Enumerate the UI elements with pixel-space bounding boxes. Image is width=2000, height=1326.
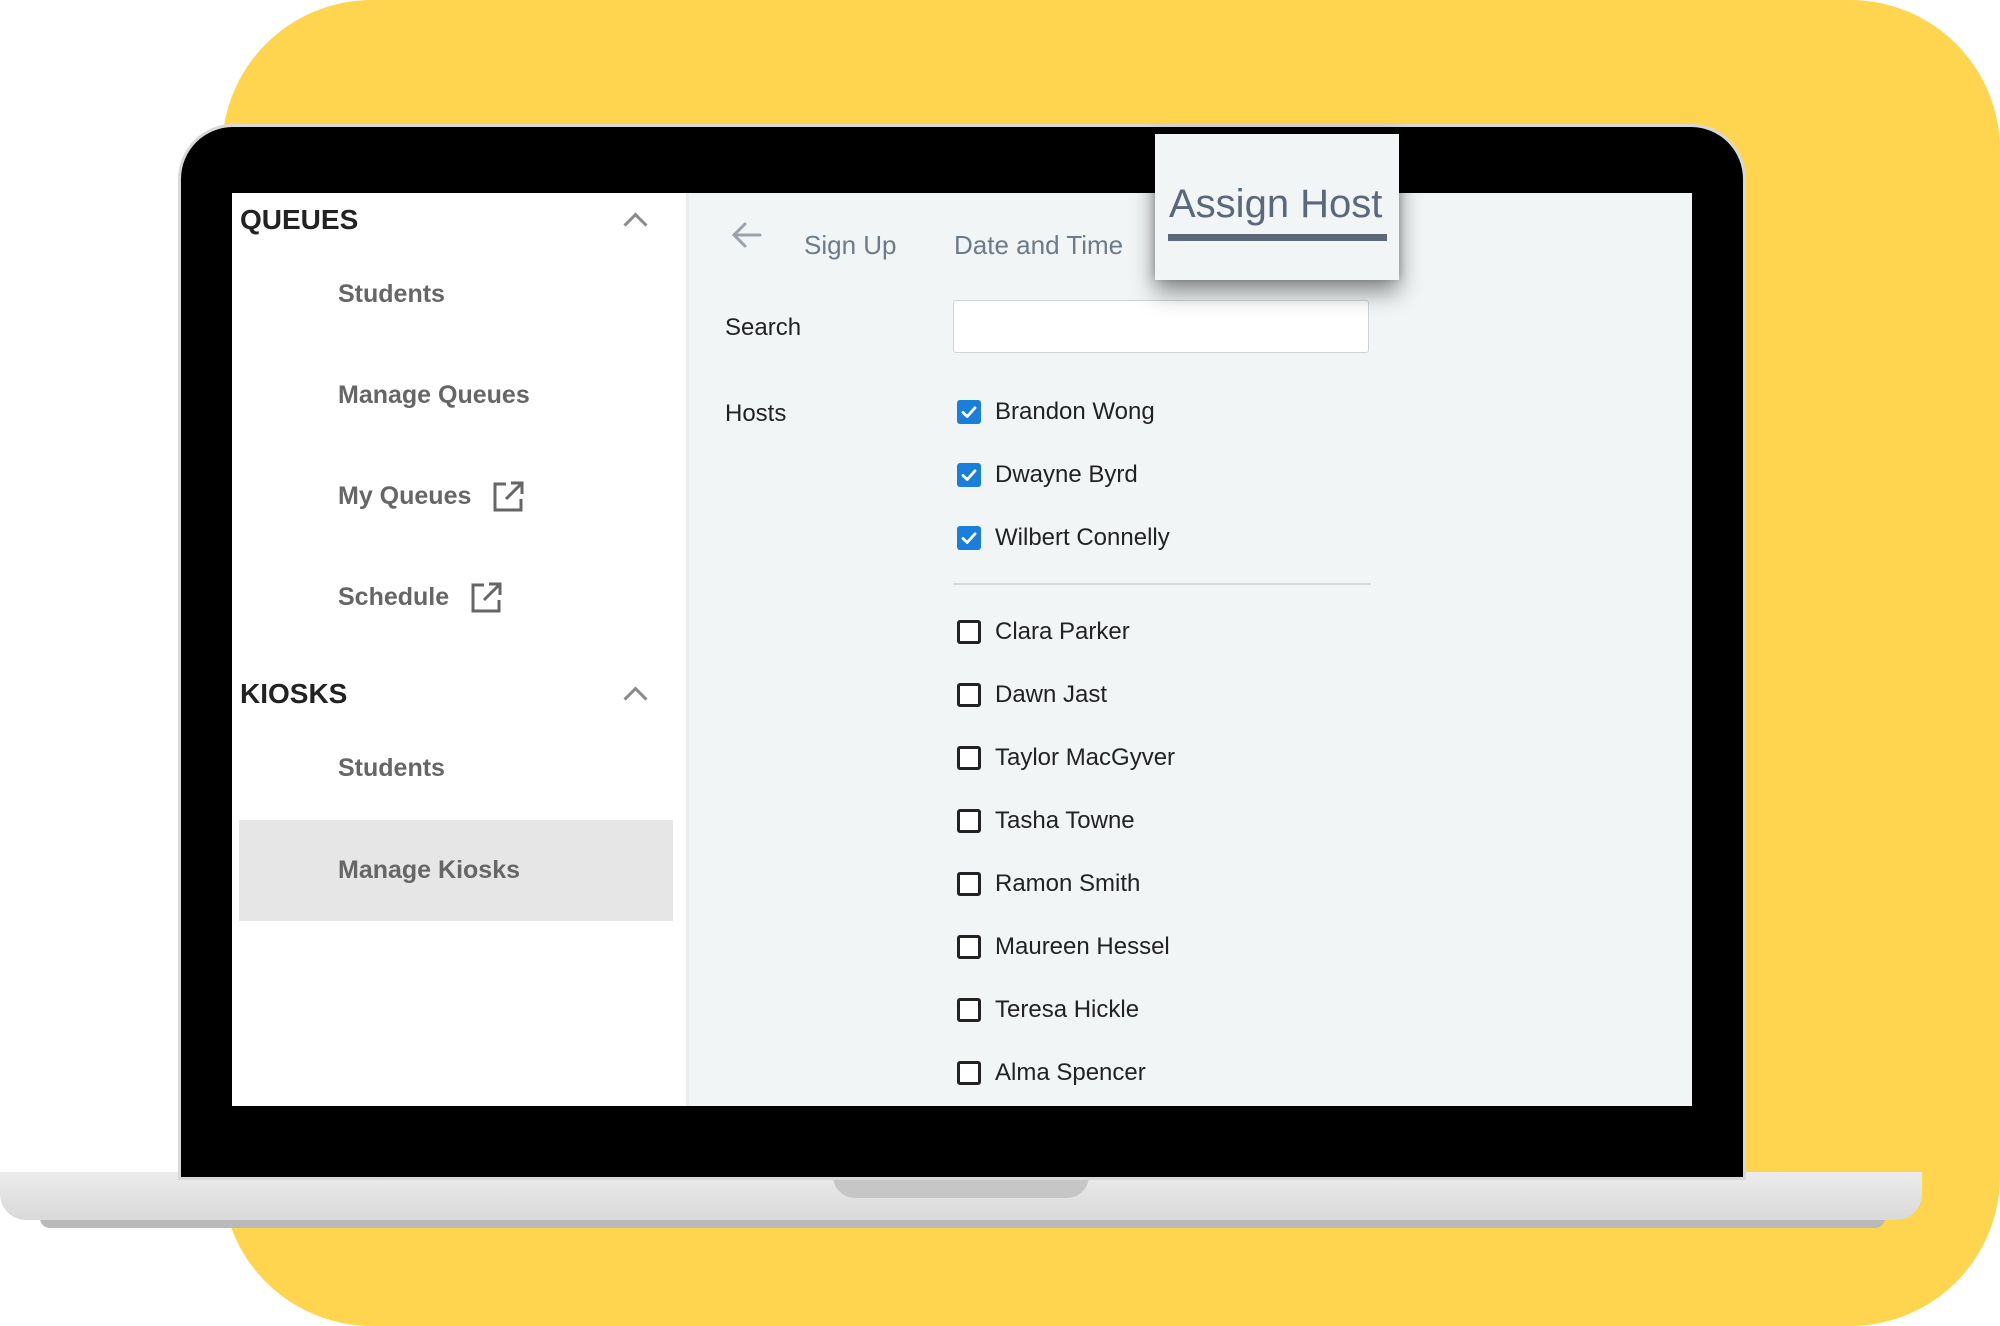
tab-date-and-time[interactable]: Date and Time: [954, 230, 1123, 261]
sidebar-item-schedule[interactable]: Schedule: [239, 547, 673, 648]
sidebar-item-manage-queues[interactable]: Manage Queues: [239, 345, 673, 446]
host-name: Alma Spencer: [995, 1059, 1146, 1086]
sidebar-item-kiosks-students[interactable]: Students: [239, 718, 673, 819]
external-link-icon: [491, 480, 525, 514]
checkbox-unchecked[interactable]: [957, 1061, 981, 1085]
search-label: Search: [725, 314, 802, 341]
tab-assign-host-label: Assign Host: [1169, 182, 1383, 226]
checkbox-unchecked[interactable]: [957, 935, 981, 959]
host-name: Ramon Smith: [995, 870, 1141, 897]
sidebar-item-label: Manage Kiosks: [338, 856, 521, 884]
sidebar-item-label: My Queues: [338, 482, 472, 510]
host-name: Dwayne Byrd: [995, 461, 1138, 488]
checkbox-unchecked[interactable]: [957, 872, 981, 896]
sidebar-item-manage-kiosks[interactable]: Manage Kiosks: [239, 820, 673, 921]
external-link-icon: [469, 581, 503, 615]
checkbox-checked[interactable]: [957, 463, 981, 487]
tab-sign-up[interactable]: Sign Up: [804, 230, 897, 261]
section-title-queues: QUEUES: [240, 204, 359, 235]
checkbox-unchecked[interactable]: [957, 683, 981, 707]
host-option[interactable]: Clara Parker: [953, 612, 1130, 652]
hosts-label: Hosts: [725, 400, 787, 427]
checkbox-checked[interactable]: [957, 400, 981, 424]
host-option[interactable]: Ramon Smith: [953, 864, 1140, 904]
main-panel: Sign Up Date and Time Search Hosts Brand…: [689, 193, 1692, 1106]
section-header-kiosks[interactable]: KIOSKS: [240, 672, 670, 716]
sidebar: QUEUES Students Manage Queues My Queues …: [232, 193, 689, 1106]
host-name: Maureen Hessel: [995, 933, 1170, 960]
back-arrow-icon[interactable]: [729, 217, 765, 253]
host-option[interactable]: Brandon Wong: [953, 392, 1155, 432]
section-header-queues[interactable]: QUEUES: [240, 198, 670, 242]
checkmark-icon: [961, 469, 977, 481]
host-name: Tasha Towne: [995, 807, 1135, 834]
search-input[interactable]: [953, 300, 1369, 353]
host-option[interactable]: Wilbert Connelly: [953, 518, 1170, 558]
host-option[interactable]: Tasha Towne: [953, 801, 1135, 841]
host-name: Dawn Jast: [995, 681, 1108, 708]
checkbox-unchecked[interactable]: [957, 746, 981, 770]
active-tab-underline: [1168, 234, 1387, 241]
sidebar-item-my-queues[interactable]: My Queues: [239, 446, 673, 547]
checkbox-unchecked[interactable]: [957, 998, 981, 1022]
checkbox-unchecked[interactable]: [957, 809, 981, 833]
host-name: Teresa Hickle: [995, 996, 1140, 1023]
checkmark-icon: [961, 532, 977, 544]
host-option[interactable]: Alma Spencer: [953, 1053, 1146, 1093]
host-name: Clara Parker: [995, 618, 1130, 645]
sidebar-item-queues-students[interactable]: Students: [239, 244, 673, 345]
sidebar-item-label: Students: [338, 754, 445, 782]
host-name: Brandon Wong: [995, 398, 1155, 425]
checkbox-unchecked[interactable]: [957, 620, 981, 644]
host-option[interactable]: Teresa Hickle: [953, 990, 1139, 1030]
host-name: Taylor MacGyver: [995, 744, 1176, 771]
section-title-kiosks: KIOSKS: [240, 678, 348, 709]
host-name: Wilbert Connelly: [995, 524, 1170, 551]
laptop-screen: QUEUES Students Manage Queues My Queues …: [232, 193, 1692, 1106]
chevron-up-icon[interactable]: [623, 211, 648, 237]
sidebar-item-label: Students: [338, 280, 445, 308]
tab-assign-host[interactable]: Assign Host: [1155, 134, 1399, 280]
host-option[interactable]: Dawn Jast: [953, 675, 1107, 715]
host-option[interactable]: Dwayne Byrd: [953, 455, 1138, 495]
hosts-divider: [953, 583, 1371, 585]
checkbox-checked[interactable]: [957, 526, 981, 550]
chevron-up-icon[interactable]: [623, 685, 648, 711]
sidebar-item-label: Schedule: [338, 583, 450, 611]
host-option[interactable]: Maureen Hessel: [953, 927, 1170, 967]
sidebar-item-label: Manage Queues: [338, 381, 530, 409]
checkmark-icon: [961, 406, 977, 418]
host-option[interactable]: Taylor MacGyver: [953, 738, 1175, 778]
